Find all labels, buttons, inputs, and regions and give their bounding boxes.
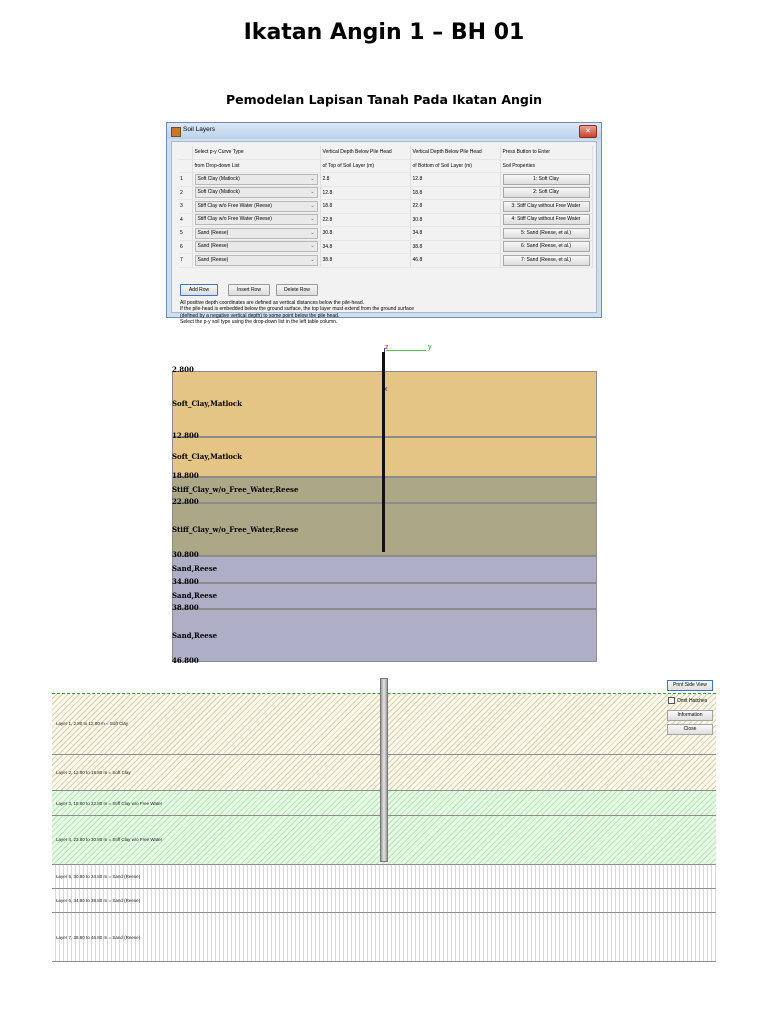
soil-layer-name: Stiff_Clay_w/o_Free_Water,Reese [172, 485, 299, 495]
depth-label: 12.800 [172, 431, 199, 441]
soil-layer-block [172, 609, 597, 662]
side-layer-band [52, 864, 716, 889]
depth-label: 22.800 [172, 497, 199, 507]
soil-layer-name: Sand,Reese [172, 564, 218, 574]
side-layer-label: Layer 6, 34.80 to 38.80 m = Sand (Reese) [56, 898, 141, 904]
checkbox-box[interactable] [668, 697, 675, 704]
side-layer-label: Layer 5, 30.80 to 34.80 m = Sand (Reese) [56, 873, 141, 879]
soil-layer-name: Soft_Clay,Matlock [172, 451, 243, 461]
soil-layer-name: Soft_Clay,Matlock [172, 399, 243, 409]
close-button[interactable]: Close [667, 724, 713, 735]
soil-layer-name: Sand,Reese [172, 590, 218, 600]
soil-layer-name: Stiff_Clay_w/o_Free_Water,Reese [172, 524, 299, 534]
side-pile [380, 678, 388, 862]
z-axis-label: z [385, 344, 389, 351]
side-layer-label: Layer 7, 38.80 to 46.80 m = Sand (Reese) [56, 934, 141, 940]
print-side-view-button[interactable]: Print Side View [667, 680, 713, 691]
depth-label: 18.800 [172, 470, 199, 480]
depth-label: 34.800 [172, 576, 199, 586]
omit-hatches-label: Omit Hatches [677, 697, 708, 704]
soil-layer-name: Sand,Reese [172, 630, 218, 640]
omit-hatches-checkbox[interactable]: Omit Hatches [668, 697, 707, 704]
side-view-panel: Layer 1, 2.80 to 12.80 m = Soft Clay Laye… [52, 675, 716, 962]
y-axis [386, 350, 426, 351]
soil-profile-diagram: Soft_Clay,Matlock Soft_Clay,Matlock Stiff_… [0, 0, 768, 680]
side-layer-label: Layer 2, 12.80 to 18.80 m = Soft Clay [56, 770, 131, 776]
y-axis-label: y [428, 344, 432, 351]
information-button[interactable]: Information [667, 710, 713, 721]
soil-layer-block [172, 582, 597, 610]
soil-layer-block [172, 556, 597, 583]
side-layer-label: Layer 3, 18.80 to 22.80 m = Stiff Clay w… [56, 800, 163, 806]
side-layer-band [52, 913, 716, 962]
pile-shaft [382, 352, 385, 552]
depth-label: 38.800 [172, 603, 199, 613]
side-layer-label: Layer 1, 2.80 to 12.80 m = Soft Clay [56, 721, 129, 727]
depth-label: 2.800 [172, 365, 194, 374]
depth-label: 46.800 [172, 656, 199, 665]
side-layer-band [52, 888, 716, 914]
side-layer-label: Layer 4, 22.80 to 30.80 m = Stiff Clay w… [56, 837, 163, 843]
depth-label: 30.800 [172, 550, 199, 560]
